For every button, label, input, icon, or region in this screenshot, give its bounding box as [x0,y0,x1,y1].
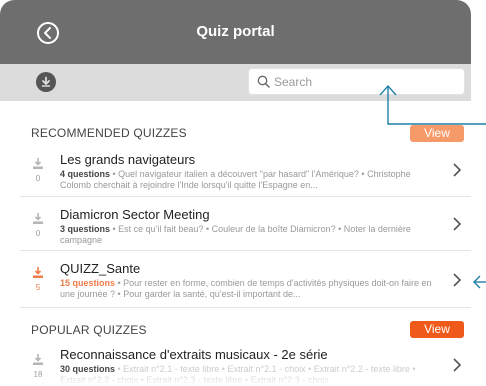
chevron-right-icon [453,272,462,287]
download-count: 0 [35,174,41,183]
question-list: • Est ce qu'il fait beau? • Couleur de l… [60,224,411,245]
quiz-row-diamicron-sector-meeting[interactable]: 0 Diamicron Sector Meeting 3 questions •… [20,198,471,251]
view-popular-button[interactable]: View [410,321,464,338]
question-count: 3 questions [60,224,111,234]
quiz-title: Diamicron Sector Meeting [60,207,210,222]
download-icon [41,76,51,87]
quiz-row-les-grands-navigateurs[interactable]: 0 Les grands navigateurs 4 questions • Q… [20,143,471,197]
quiz-title: Les grands navigateurs [60,152,196,167]
question-list: • Pour rester en forme, combien de temps… [60,278,432,299]
quiz-description: 3 questions • Est ce qu'il fait beau? • … [60,224,440,246]
page-title: Quiz portal [196,23,275,40]
annotation-arrow-up-icon [379,84,486,125]
chevron-right-icon [453,217,462,231]
quiz-row-quizz-sante[interactable]: 5 QUIZZ_Sante 15 questions • Pour rester… [20,252,471,308]
recommended-heading: RECOMMENDED QUIZZES [31,126,187,140]
download-icon [30,266,46,284]
question-count: 4 questions [60,169,111,179]
quiz-title: QUIZZ_Sante [60,261,141,276]
question-list: • Quel navigateur italien a découvert "p… [60,169,411,190]
search-icon [257,75,270,88]
quiz-title: Reconnaissance d'extraits musicaux - 2e … [60,347,328,362]
quiz-description: 15 questions • Pour rester en forme, com… [60,278,440,300]
title-bar: Quiz portal [0,0,471,64]
quiz-portal-screen: Quiz portal RECOMMENDED QUIZZES View 0 L… [0,0,471,386]
annotation-arrow-left-icon [473,275,486,289]
chevron-right-icon [453,162,462,177]
quiz-description: 4 questions • Quel navigateur italien a … [60,169,440,191]
scroll-fade [0,374,471,386]
chevron-right-icon [453,358,462,372]
download-count: 5 [35,283,41,292]
download-icon [30,157,46,175]
download-icon [30,353,46,371]
question-count: 30 questions [60,364,116,374]
download-button[interactable] [36,72,56,92]
download-count: 0 [35,229,41,238]
question-count: 15 questions [60,278,116,288]
download-icon [30,212,46,230]
popular-heading: POPULAR QUIZZES [31,323,147,337]
